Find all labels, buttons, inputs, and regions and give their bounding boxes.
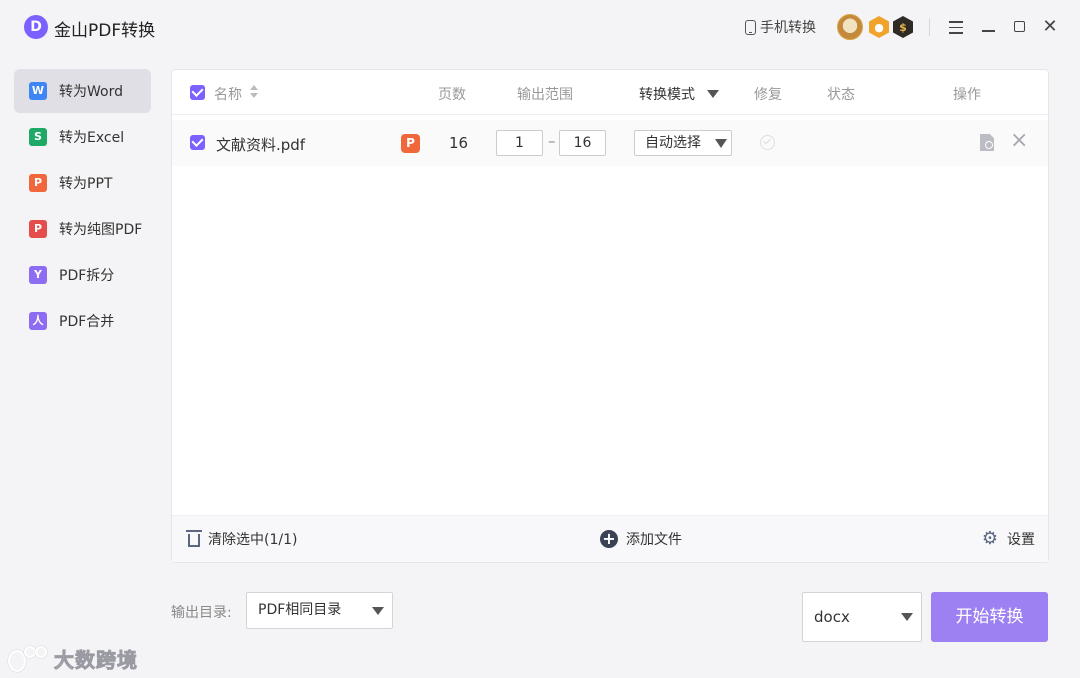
- file-type-icon: P: [401, 134, 420, 153]
- start-convert-button[interactable]: 开始转换: [931, 592, 1048, 642]
- gear-icon: ⚙: [981, 528, 999, 549]
- table-row: 文献资料.pdf P 16 – 自动选择 ×: [172, 120, 1048, 166]
- sidebar-item-to-ppt[interactable]: P 转为PPT: [14, 161, 151, 205]
- add-file-label: 添加文件: [626, 532, 682, 548]
- sidebar-item-label: PDF合并: [59, 314, 115, 330]
- mobile-convert-button[interactable]: 手机转换: [745, 17, 816, 37]
- avatar[interactable]: [837, 14, 863, 40]
- watermark-text: 大数跨境: [54, 648, 138, 673]
- chevron-down-icon: [707, 90, 719, 98]
- sidebar: W 转为Word S 转为Excel P 转为PPT P 转为纯图PDF Y P…: [14, 69, 151, 345]
- sidebar-item-label: 转为Word: [59, 84, 123, 100]
- preview-file-icon[interactable]: [980, 134, 994, 151]
- chevron-down-icon: [372, 607, 384, 615]
- row-checkbox[interactable]: [190, 135, 205, 150]
- page-count: 16: [449, 134, 469, 152]
- menu-icon[interactable]: [943, 14, 969, 40]
- range-to-input[interactable]: [559, 130, 606, 156]
- app-title: 金山PDF转换: [54, 21, 156, 41]
- header-repair: 修复: [754, 87, 782, 103]
- merge-icon: 人: [29, 312, 47, 330]
- close-icon[interactable]: ✕: [1037, 14, 1063, 40]
- clear-selected-button[interactable]: 清除选中(1/1): [186, 529, 298, 549]
- plus-circle-icon: +: [600, 530, 618, 548]
- mode-select[interactable]: 自动选择: [634, 130, 732, 156]
- remove-file-icon[interactable]: ×: [1010, 130, 1028, 152]
- sidebar-item-label: 转为Excel: [59, 130, 125, 146]
- settings-button[interactable]: ⚙ 设置: [981, 529, 1035, 549]
- mobile-convert-label: 手机转换: [760, 20, 816, 36]
- title-bar: D 金山PDF转换 手机转换 ● $ ✕: [0, 0, 1080, 56]
- header-actions: 操作: [953, 87, 981, 103]
- header-range: 输出范围: [517, 87, 573, 103]
- header-pages: 页数: [438, 87, 466, 103]
- settings-label: 设置: [1007, 532, 1035, 548]
- sidebar-item-label: PDF拆分: [59, 268, 115, 284]
- output-dir-label: 输出目录:: [171, 605, 232, 621]
- sidebar-item-to-word[interactable]: W 转为Word: [14, 69, 151, 113]
- header-mode[interactable]: 转换模式: [639, 84, 719, 104]
- range-from-input[interactable]: [496, 130, 543, 156]
- ppt-icon: P: [29, 174, 47, 192]
- chevron-down-icon: [715, 139, 727, 148]
- sidebar-item-label: 转为纯图PDF: [59, 222, 143, 238]
- format-select[interactable]: docx: [802, 592, 922, 642]
- app-logo: D: [24, 15, 48, 39]
- maximize-icon[interactable]: [1006, 14, 1032, 40]
- excel-icon: S: [29, 128, 47, 146]
- coin-badge-icon[interactable]: $: [893, 16, 913, 38]
- table-header: 名称 页数 输出范围 转换模式 修复 状态 操作: [172, 70, 1048, 115]
- file-list-panel: 名称 页数 输出范围 转换模式 修复 状态 操作 文献资料.pdf P 16 –…: [171, 69, 1049, 563]
- select-all-checkbox[interactable]: [190, 85, 205, 100]
- header-status: 状态: [827, 87, 855, 103]
- add-file-button[interactable]: + 添加文件: [600, 529, 682, 549]
- word-icon: W: [29, 82, 47, 100]
- panel-footer: 清除选中(1/1) + 添加文件 ⚙ 设置: [172, 515, 1048, 562]
- vip-badge-icon[interactable]: ●: [869, 16, 889, 38]
- header-mode-label: 转换模式: [639, 87, 695, 103]
- header-name: 名称: [214, 87, 242, 103]
- file-name: 文献资料.pdf: [216, 136, 306, 154]
- chevron-down-icon: [901, 613, 913, 621]
- sidebar-item-pdf-merge[interactable]: 人 PDF合并: [14, 299, 151, 343]
- mode-select-value: 自动选择: [645, 135, 701, 151]
- output-dir-value: PDF相同目录: [258, 602, 342, 618]
- split-icon: Y: [29, 266, 47, 284]
- format-value: docx: [814, 608, 850, 626]
- minimize-icon[interactable]: [975, 14, 1001, 40]
- sort-icon[interactable]: [249, 83, 258, 101]
- clear-selected-label: 清除选中(1/1): [208, 532, 298, 548]
- trash-icon: [186, 530, 202, 547]
- image-pdf-icon: P: [29, 220, 47, 238]
- titlebar-divider: [929, 18, 930, 36]
- repair-check-icon[interactable]: [760, 135, 775, 150]
- output-dir-select[interactable]: PDF相同目录: [246, 592, 393, 629]
- sidebar-item-to-image-pdf[interactable]: P 转为纯图PDF: [14, 207, 151, 251]
- watermark: 大数跨境: [8, 644, 138, 673]
- watermark-logo-icon: [8, 645, 48, 672]
- phone-icon: [745, 19, 756, 35]
- sidebar-item-to-excel[interactable]: S 转为Excel: [14, 115, 151, 159]
- sidebar-item-pdf-split[interactable]: Y PDF拆分: [14, 253, 151, 297]
- sidebar-item-label: 转为PPT: [59, 176, 113, 192]
- range-separator: –: [548, 132, 556, 150]
